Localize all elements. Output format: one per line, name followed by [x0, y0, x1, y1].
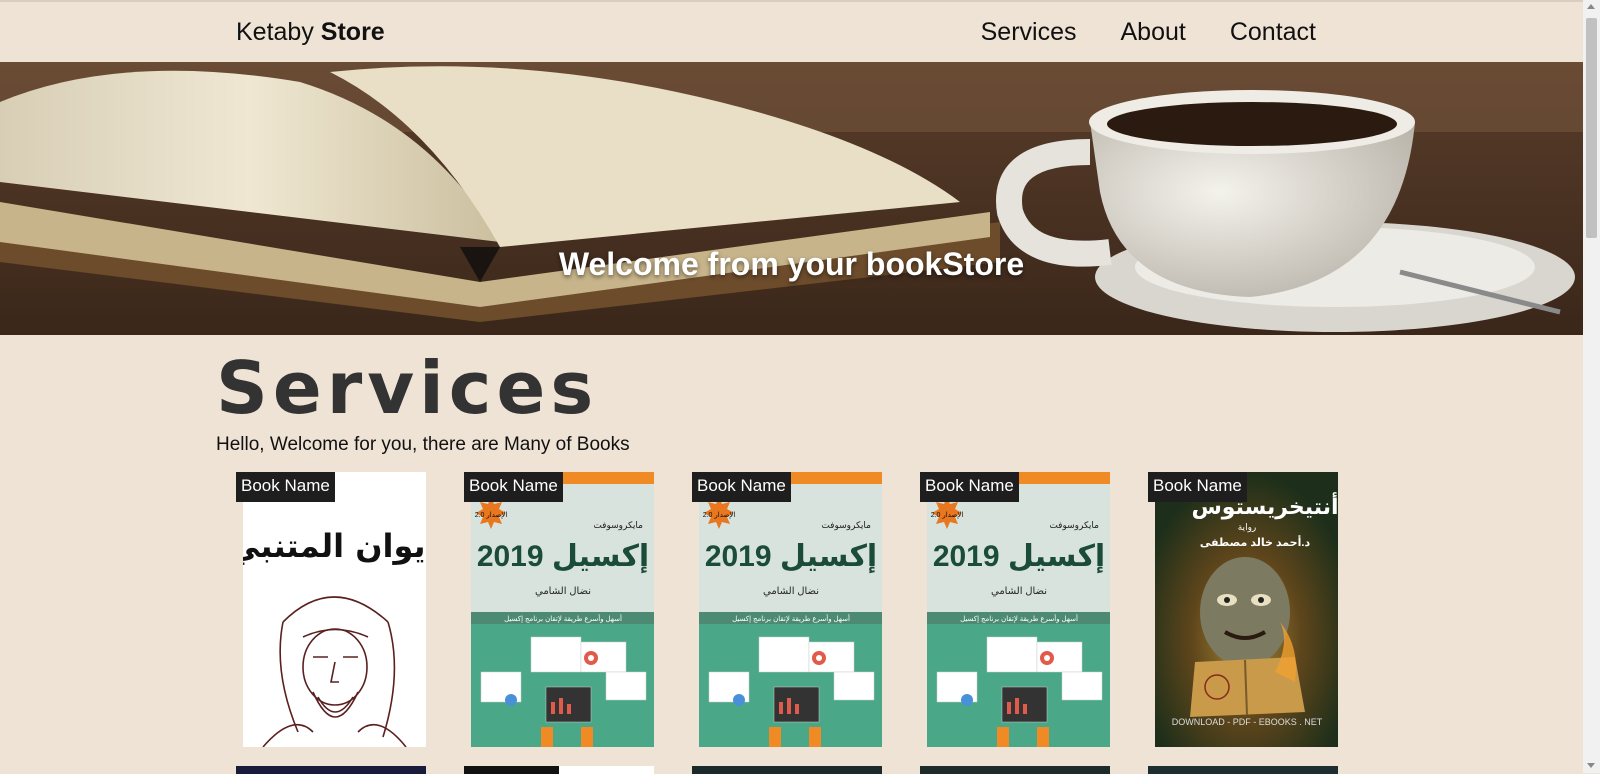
- nav-link-contact[interactable]: Contact: [1230, 18, 1316, 47]
- brand-name-light: Ketaby: [236, 18, 314, 46]
- brand-logo[interactable]: Ketaby Store: [236, 18, 385, 47]
- cover-brand: مايكروسوفت: [593, 520, 643, 530]
- nav-link-services[interactable]: Services: [981, 18, 1077, 47]
- cover-tagline: أسهل وأسرع طريقة لإتقان برنامج إكسيل: [504, 614, 622, 623]
- cover-title: إكسيل 2019: [705, 540, 877, 574]
- cover-tagline: أسهل وأسرع طريقة لإتقان برنامج إكسيل: [732, 614, 850, 623]
- cover-author: نضال الشامي: [991, 586, 1047, 597]
- cover-author: نضال الشامي: [535, 586, 591, 597]
- book-card[interactable]: Book Name أنتيخريستوس رواية د.أحمد خالد …: [1148, 472, 1338, 747]
- version-badge: الإصدار 2.0: [703, 512, 736, 519]
- book-cover-image: الإصدار 2.0 مايكروسوفت إكسيل 2019 نضال ا…: [699, 472, 882, 747]
- cover-author: نضال الشامي: [763, 586, 819, 597]
- book-cover-image: ديوان المتنبي: [243, 472, 426, 747]
- cover-tagline: أسهل وأسرع طريقة لإتقان برنامج إكسيل: [960, 614, 1078, 623]
- excel-2019-cover: الإصدار 2.0 مايكروسوفت إكسيل 2019 نضال ا…: [927, 472, 1110, 747]
- excel-2019-cover: الإصدار 2.0 مايكروسوفت إكسيل 2019 نضال ا…: [471, 472, 654, 747]
- book-card[interactable]: Book Name الإصدار 2.0 مايكروسوفت إكسيل 2…: [464, 472, 654, 747]
- services-heading: Services: [216, 346, 599, 430]
- book-card[interactable]: Book Name ديوان المتنبي: [236, 472, 426, 747]
- nav-link-about[interactable]: About: [1120, 18, 1185, 47]
- page-scrollbar[interactable]: [1583, 0, 1600, 773]
- main-nav: Services About Contact: [981, 18, 1316, 47]
- cover-subtitle: رواية: [1238, 522, 1257, 532]
- navbar: Ketaby Store Services About Contact: [0, 2, 1583, 62]
- excel-2019-cover: الإصدار 2.0 مايكروسوفت إكسيل 2019 نضال ا…: [699, 472, 882, 747]
- book-cover-image: الإصدار 2.0 مايكروسوفت إكسيل 2019 نضال ا…: [927, 472, 1110, 747]
- version-badge: الإصدار 2.0: [931, 512, 964, 519]
- scrollbar-thumb[interactable]: [1586, 18, 1597, 238]
- poet-portrait-cover: ديوان المتنبي: [243, 472, 426, 747]
- hero-headline: Welcome from your bookStore: [558, 246, 1025, 282]
- services-subtitle: Hello, Welcome for you, there are Many o…: [216, 434, 630, 455]
- cover-title: إكسيل 2019: [477, 540, 649, 574]
- scroll-up-icon[interactable]: [1587, 4, 1595, 9]
- version-badge: الإصدار 2.0: [475, 512, 508, 519]
- cover-brand: مايكروسوفت: [1049, 520, 1099, 530]
- hero-banner: Welcome from your bookStore: [0, 62, 1583, 335]
- book-card[interactable]: Book Name الإصدار 2.0 مايكروسوفت إكسيل 2…: [692, 472, 882, 747]
- hero-illustration: [0, 62, 1583, 335]
- book-name-tag: Book Name: [920, 472, 1019, 502]
- book-name-tag: Book Name: [236, 472, 335, 502]
- book-name-tag: Book Name: [1148, 472, 1247, 502]
- book-name-tag: Book Name: [464, 472, 563, 502]
- scroll-down-icon[interactable]: [1587, 763, 1595, 768]
- brand-name-bold: Store: [320, 18, 385, 46]
- book-cover-image: الإصدار 2.0 مايكروسوفت إكسيل 2019 نضال ا…: [471, 472, 654, 747]
- cover-title: إكسيل 2019: [933, 540, 1105, 574]
- cover-brand: مايكروسوفت: [821, 520, 871, 530]
- cover-title: ديوان المتنبي: [243, 527, 426, 565]
- book-cover-image: أنتيخريستوس رواية د.أحمد خالد مصطفى DOWN…: [1155, 472, 1338, 747]
- book-name-tag: Book Name: [692, 472, 791, 502]
- cover-footer: DOWNLOAD - PDF - EBOOKS . NET: [1172, 717, 1323, 727]
- book-card[interactable]: Book Name الإصدار 2.0 مايكروسوفت إكسيل 2…: [920, 472, 1110, 747]
- antikhristos-cover: أنتيخريستوس رواية د.أحمد خالد مصطفى DOWN…: [1155, 472, 1338, 747]
- cover-author: د.أحمد خالد مصطفى: [1200, 535, 1311, 549]
